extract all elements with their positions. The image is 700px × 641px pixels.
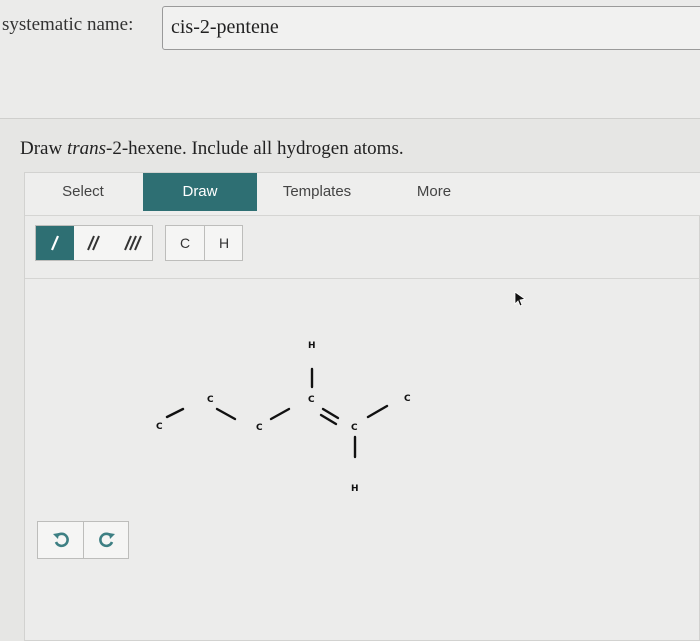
undo-icon <box>52 532 69 548</box>
undo-redo-group <box>37 521 129 559</box>
draw-toolbar: C H <box>25 216 700 279</box>
single-bond-icon <box>50 235 60 251</box>
redo-icon <box>98 532 115 548</box>
atom-c3: C <box>256 423 263 433</box>
mouse-cursor-icon <box>514 291 526 307</box>
question-text: Draw trans-2-hexene. Include all hydroge… <box>20 138 404 160</box>
molecule-drawing: C C C C C C H H <box>156 341 411 494</box>
tab-draw[interactable]: Draw <box>143 173 257 211</box>
undo-button[interactable] <box>38 522 84 558</box>
atom-c2: C <box>207 395 214 405</box>
bond-c3-c4 <box>269 407 291 421</box>
editor-tabbar: Select Draw Templates More <box>25 173 700 216</box>
bond-tool-group <box>35 225 153 261</box>
question-italic: trans <box>66 138 107 159</box>
single-bond-button[interactable] <box>36 226 74 260</box>
tab-more[interactable]: More <box>377 173 491 211</box>
systematic-name-value: cis-2-pentene <box>171 16 279 38</box>
atom-c4: C <box>308 395 315 405</box>
atom-h-top: H <box>308 341 316 351</box>
double-bond-button[interactable] <box>74 226 112 260</box>
atom-tool-group: C H <box>165 225 243 261</box>
atom-h-bottom: H <box>351 484 359 494</box>
bond-c5-c6 <box>366 404 389 419</box>
previous-answer-panel: systematic name: cis-2-pentene <box>0 0 700 119</box>
redo-button[interactable] <box>84 522 129 558</box>
systematic-name-field[interactable]: cis-2-pentene <box>162 6 700 50</box>
double-bond-icon <box>87 235 100 251</box>
question-suffix: -2-hexene. Include all hydrogen atoms. <box>106 138 404 159</box>
molecule-editor: Select Draw Templates More C H C C C C C… <box>24 172 700 641</box>
triple-bond-icon <box>124 235 142 251</box>
tab-select[interactable]: Select <box>25 173 141 211</box>
atom-c1: C <box>156 422 163 432</box>
atom-c6: C <box>404 394 411 404</box>
atom-c5: C <box>351 423 358 433</box>
tab-templates[interactable]: Templates <box>259 173 375 211</box>
systematic-name-label: systematic name: <box>2 14 134 35</box>
drawing-canvas[interactable]: C C C C C C H H <box>25 279 700 619</box>
question-prefix: Draw <box>20 138 67 159</box>
hydrogen-atom-button[interactable]: H <box>205 226 243 260</box>
bond-lines <box>165 367 389 459</box>
bond-c1-c2 <box>165 407 185 419</box>
triple-bond-button[interactable] <box>114 226 152 260</box>
carbon-atom-button[interactable]: C <box>166 226 205 260</box>
bond-c2-c3 <box>215 407 237 421</box>
